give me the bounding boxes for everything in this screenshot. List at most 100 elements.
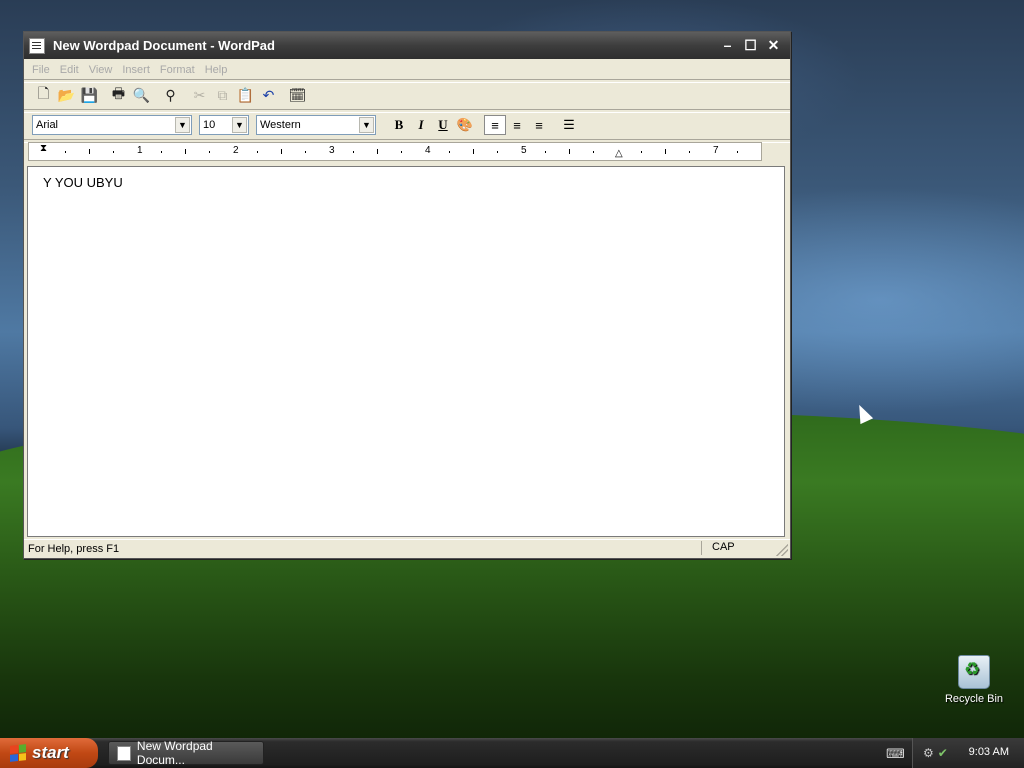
open-icon[interactable]: 📂 xyxy=(55,84,78,106)
bullets-icon[interactable]: ☰ xyxy=(558,115,580,135)
date-time-icon[interactable]: 🗓 xyxy=(286,84,309,106)
font-size-value: 10 xyxy=(203,119,216,131)
print-preview-icon[interactable]: 🔍 xyxy=(130,84,153,106)
ruler-number: 4 xyxy=(425,145,431,156)
standard-toolbar: 🗋 📂 💾 🖶 🔍 ⚲ ✂ ⧉ 📋 ↶ 🗓 xyxy=(28,82,326,108)
status-help-text: For Help, press F1 xyxy=(28,543,120,555)
windows-logo-icon xyxy=(10,744,26,762)
ruler-tick xyxy=(545,151,546,153)
recycle-bin-icon xyxy=(958,655,990,689)
chevron-down-icon[interactable]: ▼ xyxy=(175,117,190,133)
font-select[interactable]: Arial ▼ xyxy=(32,115,192,135)
maximize-button[interactable]: ☐ xyxy=(741,37,760,54)
align-center-icon[interactable]: ≡ xyxy=(506,115,528,135)
underline-button[interactable]: U xyxy=(432,115,454,135)
network-icon[interactable]: ⚙ xyxy=(923,746,934,760)
logo-red xyxy=(10,745,18,754)
format-bar: Arial ▼ 10 ▼ Western ▼ B I U 🎨 ≡ ≡ ≡ ☰ xyxy=(28,112,618,138)
start-label: start xyxy=(32,743,69,762)
align-right-icon[interactable]: ≡ xyxy=(528,115,550,135)
ruler-number: 1 xyxy=(137,145,143,156)
ruler-tick xyxy=(89,149,90,154)
ruler-tick xyxy=(593,151,594,153)
script-value: Western xyxy=(260,119,301,131)
color-palette-icon[interactable]: 🎨 xyxy=(454,115,476,135)
recycle-bin-shortcut[interactable]: Recycle Bin xyxy=(938,655,1010,705)
ruler-number: 5 xyxy=(521,145,527,156)
wordpad-window: New Wordpad Document - WordPad – ☐ ✕ Fil… xyxy=(23,31,791,559)
ruler[interactable]: ⧗ 1 2 3 4 5 7 △ xyxy=(28,142,762,161)
ruler-tick xyxy=(209,151,210,153)
wordpad-icon xyxy=(29,37,45,54)
copy-icon[interactable]: ⧉ xyxy=(211,84,234,106)
ruler-tick xyxy=(377,149,378,154)
taskbar-item-wordpad[interactable]: New Wordpad Docum... xyxy=(108,739,264,767)
taskbar: start New Wordpad Docum... ⌨ ⚙ ✔ 9:03 AM xyxy=(0,738,1024,768)
print-icon[interactable]: 🖶 xyxy=(107,84,130,106)
menu-format[interactable]: Format xyxy=(160,64,195,76)
ruler-tick xyxy=(305,151,306,153)
undo-icon[interactable]: ↶ xyxy=(257,84,280,106)
ruler-tick xyxy=(281,149,282,154)
ruler-number: 2 xyxy=(233,145,239,156)
font-value: Arial xyxy=(36,119,59,131)
paste-icon[interactable]: 📋 xyxy=(234,84,257,106)
resize-grip[interactable] xyxy=(776,544,788,556)
ruler-tick xyxy=(449,151,450,153)
left-indent-marker[interactable]: ⧗ xyxy=(40,144,47,154)
menu-bar: File Edit View Insert Format Help xyxy=(24,60,790,79)
new-icon[interactable]: 🗋 xyxy=(32,84,55,106)
find-icon[interactable]: ⚲ xyxy=(159,84,182,106)
ruler-tick xyxy=(353,151,354,153)
ruler-number: 3 xyxy=(329,145,335,156)
safely-remove-icon[interactable]: ✔ xyxy=(938,746,948,760)
ruler-tick xyxy=(257,151,258,153)
ruler-tick xyxy=(641,151,642,153)
menu-insert[interactable]: Insert xyxy=(122,64,150,76)
logo-blue xyxy=(10,753,18,762)
taskbar-item-label: New Wordpad Docum... xyxy=(136,739,213,767)
wordpad-icon xyxy=(117,745,131,761)
menu-file[interactable]: File xyxy=(32,64,50,76)
ruler-tick xyxy=(473,149,474,154)
save-icon[interactable]: 💾 xyxy=(78,84,101,106)
title-bar[interactable]: New Wordpad Document - WordPad – ☐ ✕ xyxy=(24,32,790,59)
ruler-tick xyxy=(113,151,114,153)
system-tray: ⚙ ✔ 9:03 AM xyxy=(912,738,1024,768)
close-button[interactable]: ✕ xyxy=(764,37,783,54)
ruler-tick xyxy=(161,151,162,153)
ruler-tick xyxy=(737,151,738,153)
ruler-tick xyxy=(65,151,66,153)
align-left-icon[interactable]: ≡ xyxy=(484,115,506,135)
recycle-bin-label: Recycle Bin xyxy=(944,693,1004,705)
cut-icon[interactable]: ✂ xyxy=(188,84,211,106)
clock[interactable]: 9:03 AM xyxy=(969,746,1009,758)
ruler-tick xyxy=(185,149,186,154)
document-area[interactable]: Y YOU UBYU xyxy=(27,166,785,537)
logo-yellow xyxy=(18,752,26,761)
caps-lock-indicator: CAP xyxy=(701,541,748,555)
document-text[interactable]: Y YOU UBYU xyxy=(43,175,123,190)
ruler-tick xyxy=(569,149,570,154)
right-indent-marker[interactable]: △ xyxy=(615,149,623,159)
chevron-down-icon[interactable]: ▼ xyxy=(232,117,247,133)
ruler-tick xyxy=(401,151,402,153)
italic-button[interactable]: I xyxy=(410,115,432,135)
logo-green xyxy=(18,744,26,753)
minimize-button[interactable]: – xyxy=(718,37,737,54)
chevron-down-icon[interactable]: ▼ xyxy=(359,117,374,133)
ruler-tick xyxy=(665,149,666,154)
script-select[interactable]: Western ▼ xyxy=(256,115,376,135)
status-bar: For Help, press F1 CAP xyxy=(24,539,790,558)
keyboard-icon[interactable]: ⌨ xyxy=(886,746,905,762)
start-button[interactable]: start xyxy=(0,738,98,768)
menu-edit[interactable]: Edit xyxy=(60,64,79,76)
window-title: New Wordpad Document - WordPad xyxy=(53,38,275,53)
bold-button[interactable]: B xyxy=(388,115,410,135)
menu-view[interactable]: View xyxy=(89,64,113,76)
menu-help[interactable]: Help xyxy=(205,64,228,76)
ruler-tick xyxy=(497,151,498,153)
ruler-tick xyxy=(689,151,690,153)
font-size-select[interactable]: 10 ▼ xyxy=(199,115,249,135)
ruler-number: 7 xyxy=(713,145,719,156)
